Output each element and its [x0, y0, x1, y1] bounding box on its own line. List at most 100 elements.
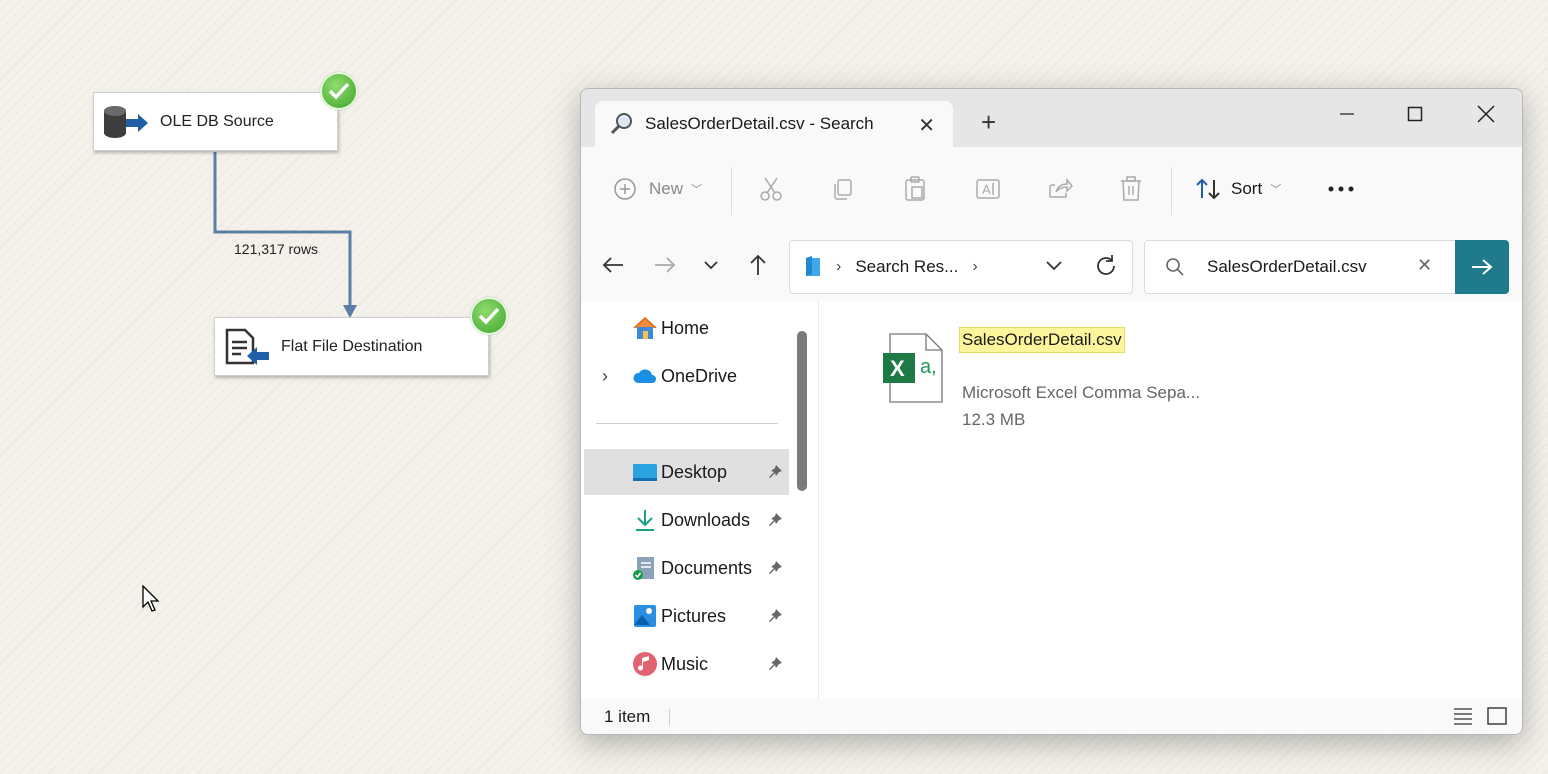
- forward-button[interactable]: [651, 251, 679, 279]
- sidebar-item-label: Music: [661, 653, 709, 674]
- success-check-icon: [470, 297, 508, 335]
- clear-search-icon[interactable]: ✕: [1417, 255, 1432, 276]
- sidebar-item-label: Documents: [661, 557, 753, 578]
- trash-icon: [1121, 176, 1141, 201]
- sidebar-item-onedrive[interactable]: › OneDrive: [584, 353, 789, 399]
- sidebar-item-documents[interactable]: Documents: [584, 545, 789, 591]
- sidebar-item-label: Downloads: [661, 509, 751, 530]
- pictures-icon: [634, 605, 656, 627]
- pin-icon[interactable]: [767, 464, 783, 480]
- back-button[interactable]: [599, 251, 627, 279]
- delete-button[interactable]: [1119, 171, 1143, 207]
- desktop-icon: [633, 464, 657, 481]
- scissors-icon: [760, 177, 782, 201]
- command-bar: New ﹀ A Sort ﹀: [581, 147, 1522, 230]
- file-item[interactable]: X a, SalesOrderDetail.csv Microsoft Exce…: [879, 321, 1239, 431]
- tiles-view-icon[interactable]: [1487, 707, 1507, 725]
- flat-file-destination-task[interactable]: Flat File Destination: [214, 317, 489, 376]
- paste-button[interactable]: [903, 171, 927, 207]
- sidebar-item-label: Home: [661, 317, 710, 338]
- title-bar: SalesOrderDetail.csv - Search ✕ +: [581, 89, 1522, 147]
- ole-db-source-task[interactable]: OLE DB Source: [93, 92, 338, 151]
- details-view-icon[interactable]: [1453, 707, 1473, 725]
- pin-icon[interactable]: [767, 656, 783, 672]
- rename-button[interactable]: A: [975, 171, 1001, 207]
- results-pane: X a, SalesOrderDetail.csv Microsoft Exce…: [818, 301, 1522, 699]
- status-divider: [669, 709, 670, 725]
- arrow-right-icon: [655, 257, 676, 273]
- sidebar-item-pictures[interactable]: Pictures: [584, 593, 789, 639]
- svg-text:X: X: [890, 356, 905, 381]
- copy-button[interactable]: [831, 171, 855, 207]
- sort-button[interactable]: Sort ﹀: [1195, 171, 1281, 207]
- success-check-icon: [320, 72, 358, 110]
- chevron-down-icon: ﹀: [691, 184, 703, 196]
- clipboard-icon: [905, 176, 925, 201]
- svg-text:A: A: [982, 182, 991, 197]
- up-button[interactable]: [744, 251, 772, 279]
- arrow-right-icon: [1472, 259, 1493, 275]
- scrollbar-thumb[interactable]: [797, 331, 807, 491]
- minimize-button[interactable]: [1327, 99, 1367, 129]
- cut-button[interactable]: [759, 171, 783, 207]
- destination-task-label: Flat File Destination: [281, 337, 423, 355]
- new-button[interactable]: New ﹀: [613, 171, 702, 207]
- ellipsis-icon: [1328, 186, 1354, 192]
- expand-chevron-icon[interactable]: ›: [602, 366, 608, 387]
- sidebar-item-label: Desktop: [661, 461, 728, 482]
- search-go-button[interactable]: [1455, 240, 1509, 294]
- recent-locations-button[interactable]: [697, 251, 725, 279]
- pin-icon[interactable]: [767, 560, 783, 576]
- breadcrumb-chevron-icon: ›: [972, 258, 978, 275]
- close-window-button[interactable]: [1466, 99, 1506, 129]
- plus-circle-icon: [614, 178, 636, 200]
- tab-search[interactable]: SalesOrderDetail.csv - Search ✕: [595, 101, 953, 147]
- address-bar[interactable]: › Search Res... ›: [789, 240, 1133, 294]
- chevron-down-icon: [704, 261, 718, 270]
- chevron-down-icon: ﹀: [1270, 184, 1282, 196]
- database-source-icon: [102, 102, 150, 142]
- file-type: Microsoft Excel Comma Sepa...: [962, 383, 1201, 402]
- address-dropdown-icon[interactable]: [1045, 260, 1063, 272]
- mouse-cursor-icon: [142, 585, 160, 612]
- file-name[interactable]: SalesOrderDetail.csv: [959, 327, 1125, 353]
- search-box[interactable]: SalesOrderDetail.csv ✕: [1144, 240, 1456, 294]
- rename-icon: A: [976, 179, 1000, 199]
- navigation-scrollbar[interactable]: [790, 301, 818, 699]
- sidebar-item-desktop[interactable]: Desktop: [584, 449, 789, 495]
- file-size: 12.3 MB: [962, 410, 1026, 429]
- item-count: 1 item: [604, 707, 651, 726]
- sidebar-item-label: OneDrive: [661, 365, 738, 386]
- search-results-icon: [806, 256, 820, 276]
- row-count-label: 121,317 rows: [234, 241, 319, 257]
- more-options-button[interactable]: [1327, 171, 1355, 207]
- arrow-left-icon: [602, 257, 623, 273]
- share-icon: [1049, 177, 1073, 198]
- pin-icon[interactable]: [767, 608, 783, 624]
- search-icon: [1166, 258, 1184, 276]
- sidebar-item-music[interactable]: Music: [584, 641, 789, 687]
- new-button-label: New: [649, 179, 684, 198]
- maximize-button[interactable]: [1395, 99, 1435, 129]
- sidebar-item-home[interactable]: Home: [584, 305, 789, 351]
- toolbar-divider: [1171, 167, 1172, 215]
- breadcrumb-chevron-icon: ›: [836, 258, 842, 275]
- tab-close-icon[interactable]: ✕: [918, 113, 935, 138]
- sidebar-item-downloads[interactable]: Downloads: [584, 497, 789, 543]
- home-icon: [633, 316, 657, 339]
- navigation-pane: Home › OneDrive Desktop Downloads Docume…: [581, 301, 796, 699]
- status-bar: 1 item: [581, 699, 1522, 734]
- breadcrumb-search-results[interactable]: Search Res...: [855, 257, 958, 277]
- sort-button-label: Sort: [1231, 179, 1263, 198]
- toolbar-divider: [731, 167, 732, 215]
- address-row: › Search Res... › SalesOrderDetail.csv ✕: [581, 229, 1522, 301]
- file-explorer-window: SalesOrderDetail.csv - Search ✕ + New ﹀: [580, 88, 1523, 735]
- tab-title: SalesOrderDetail.csv - Search: [645, 114, 874, 133]
- search-input[interactable]: SalesOrderDetail.csv: [1207, 257, 1367, 277]
- pin-icon[interactable]: [767, 512, 783, 528]
- svg-text:a,: a,: [920, 356, 937, 378]
- share-button[interactable]: [1047, 171, 1073, 207]
- new-tab-button[interactable]: +: [981, 107, 996, 138]
- refresh-icon[interactable]: [1094, 254, 1118, 278]
- sidebar-divider: [596, 423, 778, 424]
